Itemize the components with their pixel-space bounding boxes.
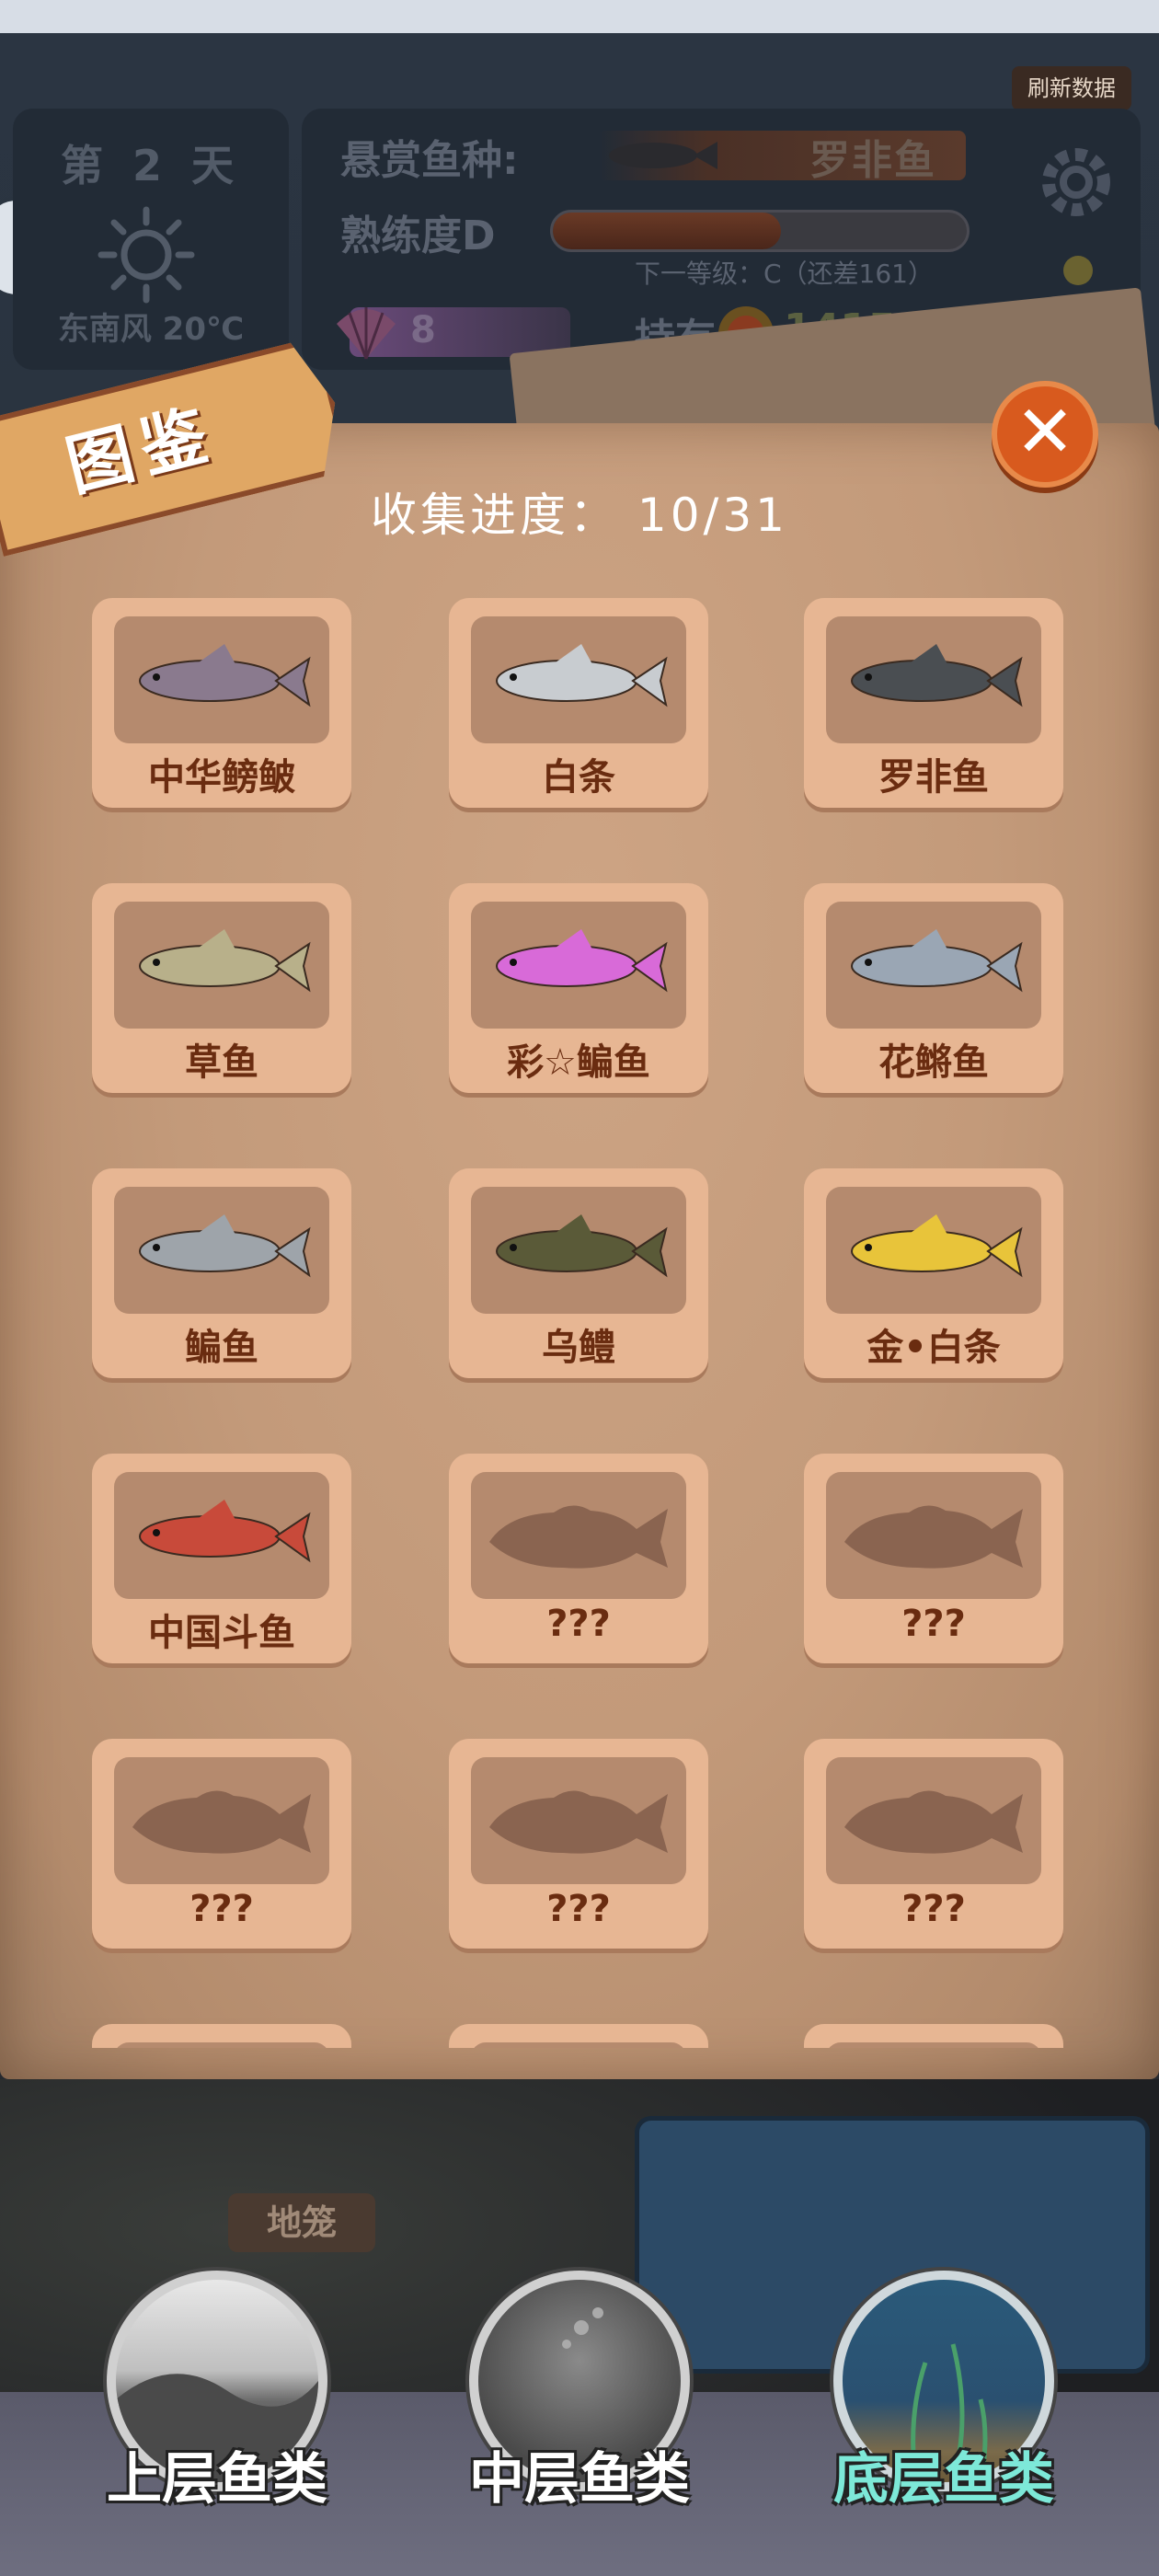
fish-name: ??? xyxy=(901,1603,966,1645)
bounty-label: 悬赏鱼种: xyxy=(340,137,519,184)
fish-card[interactable]: ??? xyxy=(449,1739,708,1949)
fish-name: 彩☆鳊鱼 xyxy=(507,1041,650,1084)
fish-icon xyxy=(826,1187,1041,1314)
proficiency-bar xyxy=(550,210,970,252)
fish-card[interactable]: 中华鳑鲏 xyxy=(92,598,351,808)
tab-upper-fish-label: 上层鱼类 xyxy=(107,2447,327,2512)
fish-card[interactable]: ??? xyxy=(804,1739,1063,1949)
status-strip xyxy=(0,0,1159,33)
fish-icon xyxy=(826,1472,1041,1599)
fish-card[interactable] xyxy=(804,2024,1063,2048)
sun-icon xyxy=(96,204,197,309)
fish-card[interactable]: 草鱼 xyxy=(92,883,351,1093)
fish-name: 草鱼 xyxy=(185,1041,258,1084)
proficiency-label: 熟练度D xyxy=(340,213,496,259)
proficiency-fill xyxy=(553,213,781,249)
fish-name: 中华鳑鲏 xyxy=(148,756,295,799)
tab-bottom-fish-label: 底层鱼类 xyxy=(833,2447,1054,2512)
fish-icon xyxy=(826,616,1041,743)
next-level-hint: 下一等级：C（还差161） xyxy=(635,259,934,289)
bounty-fish-name: 罗非鱼 xyxy=(809,137,936,184)
fish-icon xyxy=(826,1757,1041,1884)
fish-name: ??? xyxy=(546,1603,611,1645)
fish-card[interactable]: 中国斗鱼 xyxy=(92,1454,351,1663)
gem-count: 8 xyxy=(410,309,436,351)
shell-icon xyxy=(331,300,401,364)
fish-icon xyxy=(114,1472,329,1599)
fish-icon xyxy=(471,1187,686,1314)
fish-icon xyxy=(471,616,686,743)
fish-card[interactable]: ??? xyxy=(804,1454,1063,1663)
fish-name: ??? xyxy=(189,1888,254,1930)
fish-grid: 中华鳑鲏 白条 罗非鱼草鱼 彩☆鳊鱼 花鳉鱼鳊鱼 乌鳢 金•白条中国斗鱼??????????… xyxy=(92,598,1067,2048)
fish-card[interactable]: 鳊鱼 xyxy=(92,1168,351,1378)
fish-name: 鳊鱼 xyxy=(185,1327,258,1369)
fish-card[interactable]: 花鳉鱼 xyxy=(804,883,1063,1093)
fish-name: 花鳉鱼 xyxy=(878,1041,989,1084)
fish-name: 乌鳢 xyxy=(542,1327,615,1369)
fish-icon xyxy=(114,1757,329,1884)
fish-card[interactable] xyxy=(92,2024,351,2048)
fish-icon xyxy=(471,1472,686,1599)
fish-name: 罗非鱼 xyxy=(878,756,989,799)
fish-card[interactable] xyxy=(449,2024,708,2048)
fish-icon xyxy=(114,2042,329,2048)
fish-card[interactable]: ??? xyxy=(449,1454,708,1663)
tab-middle-fish-label: 中层鱼类 xyxy=(469,2447,690,2512)
fish-icon xyxy=(471,902,686,1029)
fish-card[interactable]: 乌鳢 xyxy=(449,1168,708,1378)
refresh-data-button[interactable]: 刷新数据 xyxy=(1012,66,1131,110)
bounty-fish-icon xyxy=(609,142,717,169)
fish-name: ??? xyxy=(546,1888,611,1930)
collection-progress: 收集进度： 10/31 xyxy=(371,489,788,542)
wind-temperature: 东南风 20℃ xyxy=(57,311,245,348)
day-counter: 第 2 天 xyxy=(60,141,242,190)
ground-cage-label[interactable]: 地笼 xyxy=(228,2193,375,2252)
fish-icon xyxy=(114,616,329,743)
fish-icon xyxy=(826,2042,1041,2048)
fish-icon xyxy=(114,1187,329,1314)
fish-card[interactable]: ??? xyxy=(92,1739,351,1949)
fish-icon xyxy=(471,2042,686,2048)
fish-card[interactable]: 罗非鱼 xyxy=(804,598,1063,808)
fish-icon xyxy=(471,1757,686,1884)
fish-name: 金•白条 xyxy=(866,1327,1001,1369)
fish-card[interactable]: 白条 xyxy=(449,598,708,808)
settings-gear-icon[interactable] xyxy=(1032,138,1120,226)
fish-icon xyxy=(114,902,329,1029)
close-icon[interactable]: ✕ xyxy=(992,381,1098,488)
fish-name: 中国斗鱼 xyxy=(148,1612,295,1654)
fish-name: ??? xyxy=(901,1888,966,1930)
fish-card[interactable]: 金•白条 xyxy=(804,1168,1063,1378)
fish-card[interactable]: 彩☆鳊鱼 xyxy=(449,883,708,1093)
fish-icon xyxy=(826,902,1041,1029)
fish-name: 白条 xyxy=(542,756,615,799)
